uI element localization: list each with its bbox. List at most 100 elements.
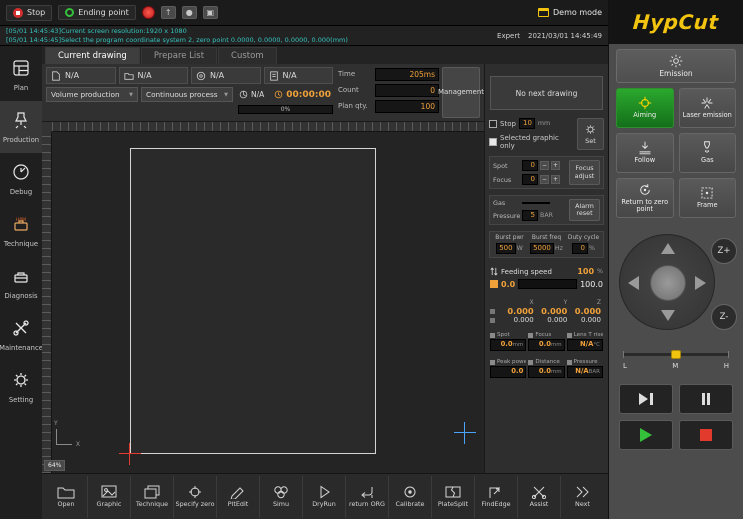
pltedit-button[interactable]: PltEdit bbox=[217, 476, 260, 518]
step-button[interactable] bbox=[619, 384, 673, 414]
no-next-drawing: No next drawing bbox=[490, 76, 603, 110]
feed-marker[interactable] bbox=[490, 280, 498, 288]
selected-graphic-only-checkbox[interactable] bbox=[489, 138, 497, 146]
duty-cycle-value[interactable]: 0 bbox=[572, 243, 588, 254]
upload-icon[interactable]: ↑ bbox=[161, 6, 176, 19]
pause-icon bbox=[702, 393, 705, 405]
sidebar-item-plan[interactable]: Plan bbox=[0, 49, 42, 101]
next-button[interactable]: Next bbox=[561, 476, 604, 518]
ruler-corner bbox=[42, 122, 52, 132]
set-label: Set bbox=[585, 137, 596, 145]
ending-point-button[interactable]: Ending point bbox=[58, 5, 136, 20]
production-mode-select[interactable]: Volume production ▼ bbox=[46, 87, 138, 102]
emission-button[interactable]: Emission bbox=[616, 49, 736, 83]
start-button[interactable] bbox=[619, 420, 673, 450]
stop-distance-value[interactable]: 10 bbox=[519, 118, 535, 129]
focus-adjust-button[interactable]: Focus adjust bbox=[569, 160, 600, 185]
spot-plus-button[interactable]: + bbox=[551, 161, 560, 170]
sidebar-item-debug[interactable]: Debug bbox=[0, 153, 42, 205]
drawing-outline[interactable] bbox=[130, 148, 376, 454]
file-slot-value: N/A bbox=[210, 71, 224, 80]
findedge-button[interactable]: FindEdge bbox=[475, 476, 518, 518]
follow-button[interactable]: Follow bbox=[616, 133, 674, 173]
process-mode-select[interactable]: Continuous process ▼ bbox=[141, 87, 233, 102]
graphic-button[interactable]: Graphic bbox=[88, 476, 131, 518]
stop-icon bbox=[13, 8, 23, 18]
stop-machine-button[interactable] bbox=[679, 420, 733, 450]
set-button[interactable]: Set bbox=[577, 118, 604, 150]
alarm-icon[interactable] bbox=[142, 6, 155, 19]
machine-control-panel: HypCut Emission Aiming Laser emission Fo… bbox=[608, 0, 743, 519]
laser-emission-label: Laser emission bbox=[683, 112, 732, 119]
sidebar-item-setting[interactable]: Setting bbox=[0, 361, 42, 413]
ruler-vertical bbox=[42, 132, 52, 473]
camera-icon[interactable]: ▣ bbox=[203, 6, 218, 19]
focus-minus-button[interactable]: − bbox=[540, 175, 549, 184]
follow-icon bbox=[638, 141, 652, 155]
file-slot-4[interactable]: N/A bbox=[264, 67, 334, 84]
focus-value[interactable]: 0 bbox=[522, 174, 538, 185]
aiming-button[interactable]: Aiming bbox=[616, 88, 674, 128]
return-to-zero-button[interactable]: Return to zero point bbox=[616, 178, 674, 218]
mic-icon[interactable]: ● bbox=[182, 6, 197, 19]
pause-icon bbox=[707, 393, 710, 405]
jog-down-arrow[interactable] bbox=[661, 310, 675, 321]
platesplit-button[interactable]: PlateSplit bbox=[432, 476, 475, 518]
drawing-canvas[interactable]: Y X 64% bbox=[42, 122, 484, 473]
z-up-button[interactable]: Z+ bbox=[711, 238, 737, 264]
burst-freq-value[interactable]: 5000 bbox=[530, 243, 554, 254]
sidebar-item-diagnosis[interactable]: Diagnosis bbox=[0, 257, 42, 309]
jog-left-arrow[interactable] bbox=[628, 276, 639, 290]
tab-prepare-list[interactable]: Prepare List bbox=[141, 47, 217, 64]
simu-button[interactable]: Simu bbox=[260, 476, 303, 518]
technique-button[interactable]: Technique bbox=[131, 476, 174, 518]
dryrun-button[interactable]: DryRun bbox=[303, 476, 346, 518]
jog-right-arrow[interactable] bbox=[695, 276, 706, 290]
specify-zero-button[interactable]: Specify zero bbox=[174, 476, 217, 518]
return-org-button[interactable]: return ORG bbox=[346, 476, 389, 518]
spot-minus-button[interactable]: − bbox=[540, 161, 549, 170]
stop-button[interactable]: Stop bbox=[6, 5, 52, 21]
open-button[interactable]: Open bbox=[45, 476, 88, 518]
jog-up-arrow[interactable] bbox=[661, 243, 675, 254]
management-button[interactable]: Management bbox=[442, 67, 480, 118]
monitor-panel: No next drawing Stop 10 mm bbox=[484, 64, 608, 473]
z-down-button[interactable]: Z- bbox=[711, 304, 737, 330]
user-level[interactable]: Expert bbox=[497, 32, 520, 40]
pause-button[interactable] bbox=[679, 384, 733, 414]
sidebar-item-technique[interactable]: HPM Technique bbox=[0, 205, 42, 257]
duty-cycle-label: Duty cycle bbox=[568, 235, 599, 241]
spot-value[interactable]: 0 bbox=[522, 160, 538, 171]
focus-plus-button[interactable]: + bbox=[551, 175, 560, 184]
stop-distance-checkbox[interactable] bbox=[489, 120, 497, 128]
burst-pwr-value[interactable]: 500 bbox=[496, 243, 515, 254]
calibrate-button[interactable]: Calibrate bbox=[389, 476, 432, 518]
feed-max-value: 100.0 bbox=[580, 280, 603, 289]
sidebar-item-production[interactable]: Production bbox=[0, 101, 42, 153]
sidebar-item-maintenance[interactable]: Maintenance bbox=[0, 309, 42, 361]
jog-speed-slider[interactable] bbox=[623, 348, 729, 361]
tab-current-drawing[interactable]: Current drawing bbox=[45, 47, 140, 64]
feed-display[interactable] bbox=[518, 279, 577, 289]
pressure-value[interactable]: 5 bbox=[522, 210, 538, 221]
hypcut-logo: HypCut bbox=[632, 10, 719, 34]
transport-controls bbox=[609, 374, 743, 458]
sidebar-item-label: Maintenance bbox=[0, 344, 43, 352]
gas-button[interactable]: Gas bbox=[679, 133, 737, 173]
tab-custom[interactable]: Custom bbox=[218, 47, 277, 64]
file-slot-1[interactable]: N/A bbox=[46, 67, 116, 84]
sensor-row-2: Peak power 0.0 Distance 0.0mm Pressure N… bbox=[489, 359, 604, 378]
laser-emission-button[interactable]: Laser emission bbox=[679, 88, 737, 128]
file-slot-2[interactable]: N/A bbox=[119, 67, 189, 84]
file-slot-3[interactable]: N/A bbox=[191, 67, 261, 84]
jog-center-button[interactable] bbox=[650, 265, 686, 301]
file-slot-value: N/A bbox=[138, 71, 152, 80]
material-indicator[interactable]: N/A bbox=[236, 90, 267, 99]
feeding-speed-unit: % bbox=[597, 268, 603, 275]
alarm-reset-button[interactable]: Alarm reset bbox=[569, 199, 600, 221]
slider-handle[interactable] bbox=[671, 350, 681, 359]
gas-value[interactable] bbox=[522, 202, 550, 204]
assist-button[interactable]: Assist bbox=[518, 476, 561, 518]
frame-button[interactable]: Frame bbox=[679, 178, 737, 218]
file-slot-value: N/A bbox=[65, 71, 79, 80]
